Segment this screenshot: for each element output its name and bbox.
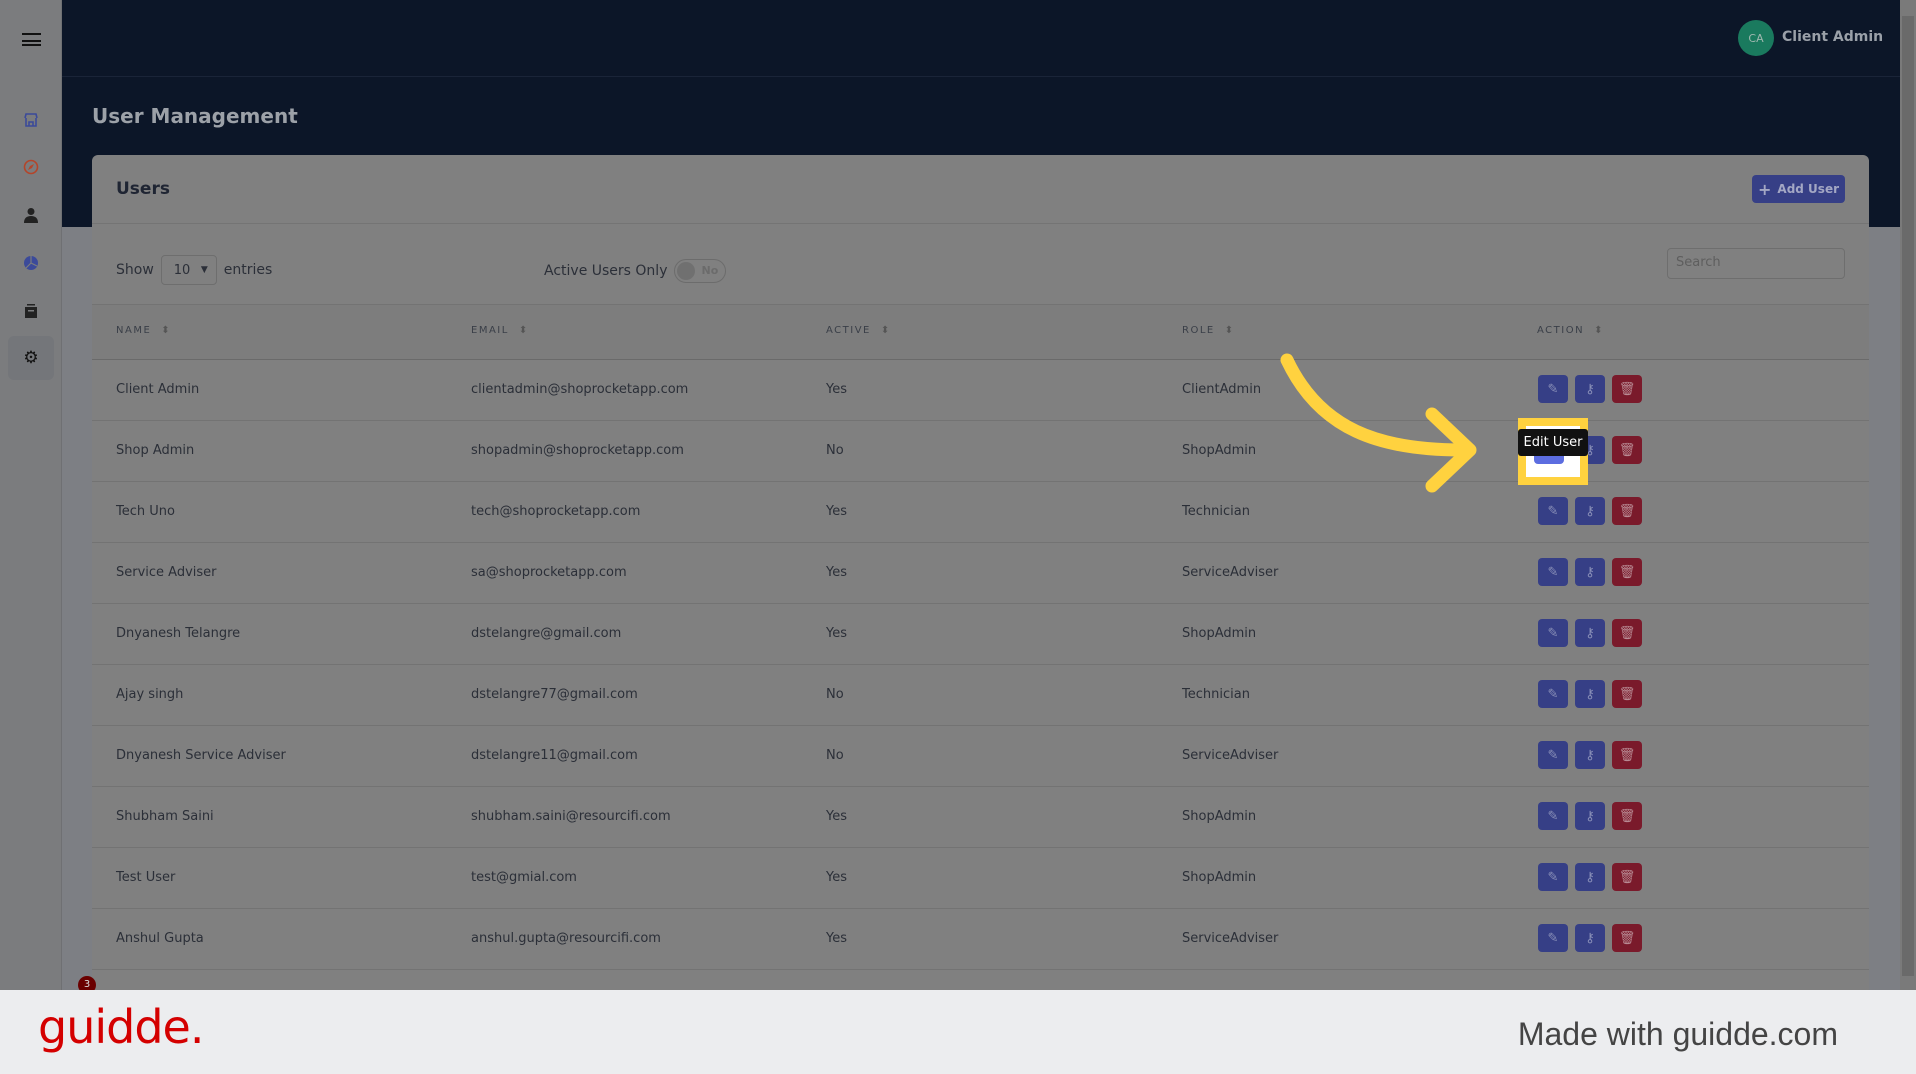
guidde-logo: guidde. — [38, 1000, 204, 1054]
made-with-text: Made with guidde.com — [1517, 1016, 1838, 1052]
annotation-arrow — [1280, 353, 1477, 493]
footer: guidde. Made with guidde.com — [0, 990, 1916, 1074]
tooltip: Edit User — [1518, 429, 1588, 456]
